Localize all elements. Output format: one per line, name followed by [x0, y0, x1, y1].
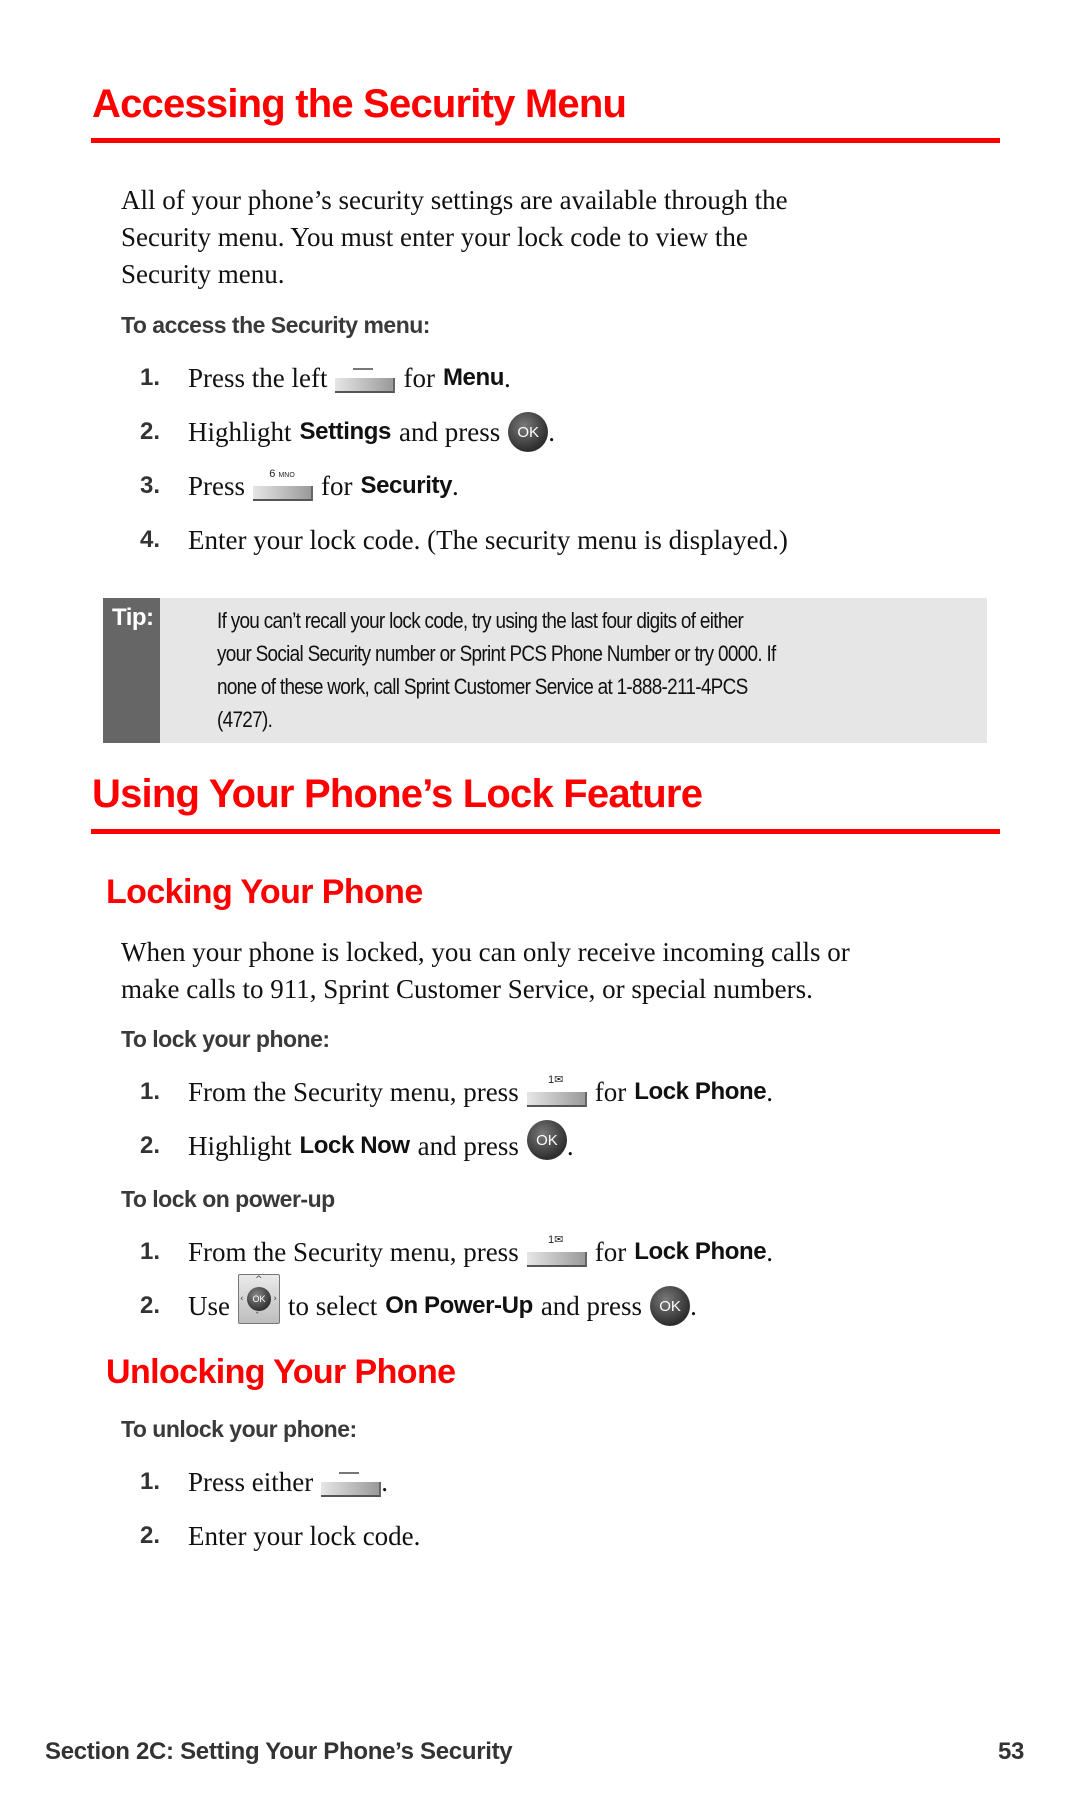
- subheading-locking-your-phone: Locking Your Phone: [106, 873, 423, 911]
- tip-text: If you can’t recall your lock code, try …: [217, 604, 987, 736]
- navigation-key-icon: ^ ‹ › ˇ OK: [238, 1274, 280, 1324]
- ok-button-icon: OK: [650, 1286, 691, 1326]
- step-text: Use: [188, 1290, 230, 1321]
- procedure-title: To lock your phone:: [121, 1026, 330, 1052]
- page-number: 53: [998, 1738, 1025, 1765]
- step-item: 2. Enter your lock code.: [140, 1514, 420, 1558]
- paragraph-line: make calls to 911, Sprint Customer Servi…: [121, 974, 813, 1004]
- up-arrow-icon: ^: [255, 1275, 263, 1285]
- step-number: 2.: [140, 1132, 161, 1159]
- intro-line: Security menu.: [121, 259, 285, 289]
- step-number: 1.: [140, 1238, 161, 1265]
- left-softkey-icon: [335, 367, 396, 393]
- punctuation: .: [766, 1076, 773, 1107]
- step-number: 2.: [140, 1292, 161, 1319]
- intro-line: Security menu. You must enter your lock …: [121, 222, 748, 252]
- step-item: 4. Enter your lock code. (The security m…: [140, 518, 788, 562]
- punctuation: .: [452, 470, 459, 501]
- heading-rule: [91, 138, 1000, 143]
- lock-phone-label: Lock Phone: [634, 1238, 767, 1265]
- section-heading-lock-feature: Using Your Phone’s Lock Feature: [92, 772, 703, 816]
- key-digit: 1: [548, 1073, 555, 1086]
- procedure-title: To access the Security menu:: [121, 312, 430, 338]
- key-1-icon: 1✉: [526, 1234, 587, 1267]
- step-item: 2. Use ^ ‹ › ˇ OK to select On Power-Up …: [140, 1274, 697, 1328]
- step-number: 3.: [140, 472, 161, 499]
- step-item: 1. Press either .: [140, 1460, 388, 1504]
- step-item: 2. Highlight Lock Now and press OK.: [140, 1120, 574, 1168]
- intro-line: All of your phone’s security settings ar…: [121, 185, 788, 215]
- nav-ok-label: OK: [247, 1287, 271, 1311]
- key-6-icon: 6 MNO: [253, 468, 314, 501]
- tip-line: If you can’t recall your lock code, try …: [217, 608, 744, 633]
- heading-rule: [91, 829, 1000, 834]
- locking-paragraph: When your phone is locked, you can only …: [121, 934, 1001, 1008]
- lock-now-label: Lock Now: [299, 1132, 411, 1159]
- step-text: From the Security menu, press: [188, 1076, 519, 1107]
- procedure-title: To unlock your phone:: [121, 1416, 357, 1442]
- step-text: for: [321, 470, 353, 501]
- down-arrow-icon: ˇ: [255, 1312, 260, 1322]
- step-text: for: [403, 362, 435, 393]
- step-item: 1. From the Security menu, press 1✉ for …: [140, 1070, 773, 1114]
- step-number: 1.: [140, 1468, 161, 1495]
- step-text: for: [594, 1236, 627, 1267]
- section-heading-accessing-security-menu: Accessing the Security Menu: [92, 82, 627, 126]
- paragraph-line: When your phone is locked, you can only …: [121, 937, 850, 967]
- punctuation: .: [690, 1290, 697, 1321]
- step-text: Enter your lock code.: [188, 1520, 421, 1551]
- step-text: From the Security menu, press: [188, 1236, 519, 1267]
- lock-phone-label: Lock Phone: [634, 1078, 767, 1105]
- key-1-icon: 1✉: [526, 1074, 587, 1107]
- procedure-title: To lock on power-up: [121, 1186, 335, 1212]
- on-power-up-label: On Power-Up: [385, 1292, 533, 1319]
- step-text: Highlight: [188, 1130, 292, 1161]
- right-arrow-icon: ›: [273, 1294, 277, 1304]
- step-text: Enter your lock code. (The security menu…: [188, 524, 788, 555]
- step-text: and press: [417, 1130, 519, 1161]
- step-text: to select: [288, 1290, 378, 1321]
- ok-button-icon: OK: [508, 412, 549, 452]
- step-text: Press either: [188, 1466, 314, 1497]
- punctuation: .: [381, 1466, 388, 1497]
- tip-line: (4727).: [217, 707, 273, 732]
- key-letters: MNO: [278, 471, 295, 479]
- step-item: 1. Press the left for Menu.: [140, 356, 511, 400]
- step-text: and press: [399, 416, 501, 447]
- key-digit: 6: [269, 467, 276, 480]
- step-item: 2. Highlight Settings and press OK.: [140, 410, 555, 454]
- subheading-unlocking-your-phone: Unlocking Your Phone: [106, 1353, 456, 1391]
- left-arrow-icon: ‹: [240, 1294, 244, 1304]
- tip-line: your Social Security number or Sprint PC…: [217, 641, 776, 666]
- intro-paragraph: All of your phone’s security settings ar…: [121, 182, 1001, 293]
- menu-label: Menu: [442, 364, 505, 391]
- step-text: Press: [188, 470, 246, 501]
- tip-box: Tip: If you can’t recall your lock code,…: [103, 598, 987, 743]
- step-text: for: [594, 1076, 627, 1107]
- step-item: 1. From the Security menu, press 1✉ for …: [140, 1230, 773, 1274]
- security-label: Security: [360, 472, 453, 499]
- tip-line: none of these work, call Sprint Customer…: [217, 674, 748, 699]
- step-number: 2.: [140, 418, 161, 445]
- key-digit: 1: [548, 1233, 555, 1246]
- footer-section-title: Section 2C: Setting Your Phone’s Securit…: [45, 1738, 513, 1765]
- step-item: 3. Press 6 MNO for Security.: [140, 464, 459, 508]
- step-number: 1.: [140, 1078, 161, 1105]
- step-text: Press the left: [188, 362, 328, 393]
- punctuation: .: [548, 416, 555, 447]
- tip-label: Tip:: [103, 598, 160, 743]
- step-number: 2.: [140, 1522, 161, 1549]
- punctuation: .: [504, 362, 511, 393]
- step-text: Highlight: [188, 416, 292, 447]
- step-text: and press: [540, 1290, 643, 1321]
- step-number: 4.: [140, 526, 161, 553]
- ok-button-icon: OK: [526, 1120, 567, 1160]
- settings-label: Settings: [299, 418, 392, 445]
- punctuation: .: [766, 1236, 773, 1267]
- step-number: 1.: [140, 364, 161, 391]
- softkey-icon: [321, 1471, 382, 1497]
- punctuation: .: [566, 1130, 574, 1161]
